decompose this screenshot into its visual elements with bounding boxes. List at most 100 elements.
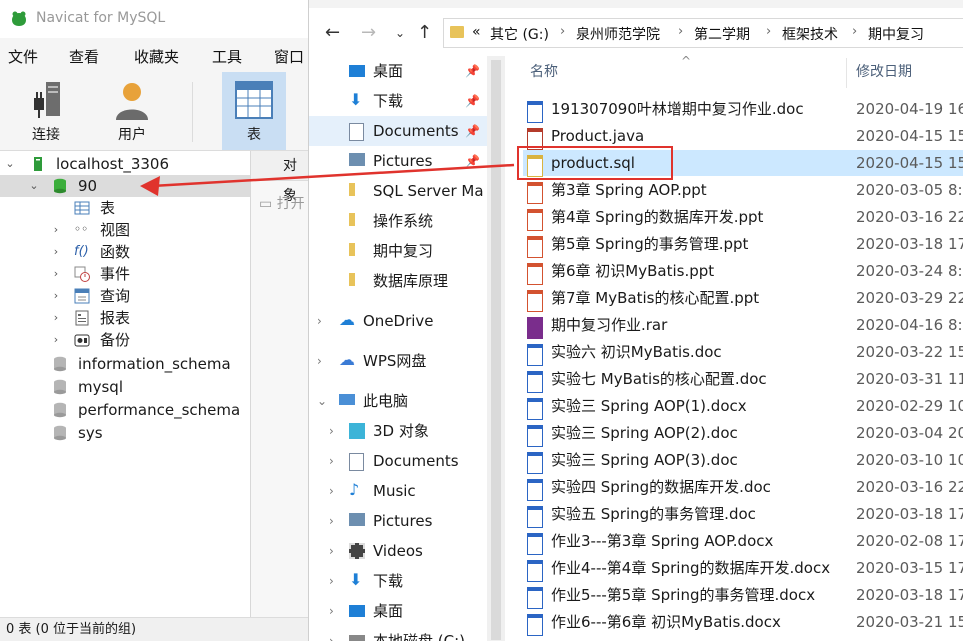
nav-pc-desktop[interactable]: › 桌面 [309,596,487,626]
expand-icon[interactable]: › [317,346,322,376]
expand-icon[interactable]: › [329,626,334,641]
tree-db-sys[interactable]: sys [0,422,250,444]
file-row[interactable]: 作业3---第3章 Spring AOP.docx 2020-02-08 17 [523,528,963,555]
expand-icon[interactable]: › [50,219,62,241]
back-arrow-icon[interactable]: ← [325,22,340,43]
menu-window[interactable]: 窗口 [274,46,304,67]
breadcrumb-separator-icon[interactable]: › [678,24,683,39]
file-row[interactable]: 作业4---第4章 Spring的数据库开发.docx 2020-03-15 17 [523,555,963,582]
file-row[interactable]: 第6章 初识MyBatis.ppt 2020-03-24 8:1 [523,258,963,285]
nav-pc-pictures[interactable]: › Pictures [309,506,487,536]
expand-icon[interactable]: › [329,446,334,476]
expand-icon[interactable]: › [317,306,322,336]
breadcrumb-school[interactable]: 泉州师范学院 [576,24,660,44]
expand-icon[interactable]: › [329,566,334,596]
menu-favorites[interactable]: 收藏夹 [134,46,179,67]
forward-arrow-icon[interactable]: → [361,22,376,43]
collapse-icon[interactable]: ⌄ [28,175,40,197]
pin-icon[interactable]: 📌 [465,56,480,86]
expand-icon[interactable]: › [329,416,334,446]
tree-queries[interactable]: › 查询 [0,285,250,307]
file-row[interactable]: 作业5---第5章 Spring的事务管理.docx 2020-03-18 17 [523,582,963,609]
file-row[interactable]: 实验三 Spring AOP(2).doc 2020-03-04 20 [523,420,963,447]
tree-database-90[interactable]: ⌄ 90 [0,175,250,197]
nav-folder-db[interactable]: 数据库原理 [309,266,487,296]
column-header-name[interactable]: 名称 [530,54,558,90]
connect-button[interactable]: 连接 [14,72,78,150]
tab-objects[interactable]: 对象 [251,151,308,204]
nav-pictures[interactable]: Pictures 📌 [309,146,487,176]
menu-file[interactable]: 文件 [8,46,38,67]
menu-view[interactable]: 查看 [69,46,99,67]
expand-icon[interactable]: › [50,307,62,329]
recent-dropdown-icon[interactable]: ⌄ [395,26,405,40]
address-bar[interactable]: « 其它 (G:) › 泉州师范学院 › 第二学期 › 框架技术 › 期中复习 [443,18,963,48]
breadcrumb-drive[interactable]: 其它 (G:) [490,24,549,44]
expand-icon[interactable]: › [50,329,62,351]
tree-tables[interactable]: 表 [0,197,250,219]
nav-scrollbar[interactable] [487,56,505,641]
breadcrumb-separator-icon[interactable]: › [852,24,857,39]
nav-folder-midterm[interactable]: 期中复习 [309,236,487,266]
table-button[interactable]: 表 [222,72,286,150]
nav-videos[interactable]: › Videos [309,536,487,566]
file-row[interactable]: 实验七 MyBatis的核心配置.doc 2020-03-31 11 [523,366,963,393]
nav-pc-downloads[interactable]: › ⬇ 下载 [309,566,487,596]
expand-icon[interactable]: › [329,536,334,566]
pin-icon[interactable]: 📌 [465,116,480,146]
file-row[interactable]: 实验三 Spring AOP(3).doc 2020-03-10 10 [523,447,963,474]
file-row[interactable]: 实验四 Spring的数据库开发.doc 2020-03-16 22 [523,474,963,501]
file-row[interactable]: 第3章 Spring AOP.ppt 2020-03-05 8:4 [523,177,963,204]
collapse-icon[interactable]: ⌄ [317,386,327,416]
file-row[interactable]: 实验五 Spring的事务管理.doc 2020-03-18 17 [523,501,963,528]
file-row[interactable]: 第5章 Spring的事务管理.ppt 2020-03-18 17 [523,231,963,258]
file-row[interactable]: 作业6---第6章 初识MyBatis.docx 2020-03-21 15 [523,609,963,636]
file-row[interactable]: 期中复习作业.rar 2020-04-16 8:5 [523,312,963,339]
nav-desktop[interactable]: 桌面 📌 [309,56,487,86]
tree-connection[interactable]: ⌄ localhost_3306 [0,153,250,175]
nav-downloads[interactable]: ⬇ 下载 📌 [309,86,487,116]
file-row[interactable]: 第7章 MyBatis的核心配置.ppt 2020-03-29 22 [523,285,963,312]
up-arrow-icon[interactable]: ↑ [417,22,432,43]
tree-events[interactable]: › 事件 [0,263,250,285]
expand-icon[interactable]: › [329,596,334,626]
open-button[interactable]: ▭ 打开 [259,193,305,213]
pin-icon[interactable]: 📌 [465,86,480,116]
menu-tools[interactable]: 工具 [212,46,242,67]
tree-db-information-schema[interactable]: information_schema [0,353,250,375]
breadcrumb-overflow[interactable]: « [472,24,481,40]
nav-3d-objects[interactable]: › 3D 对象 [309,416,487,446]
tree-db-performance-schema[interactable]: performance_schema [0,399,250,421]
column-divider[interactable] [846,58,847,88]
tree-reports[interactable]: › 报表 [0,307,250,329]
file-row[interactable]: 实验三 Spring AOP(1).docx 2020-02-29 10 [523,393,963,420]
tree-functions[interactable]: › f() 函数 [0,241,250,263]
nav-folder-sqlserver[interactable]: SQL Server Ma [309,176,487,206]
expand-icon[interactable]: › [329,476,334,506]
nav-documents[interactable]: Documents 📌 [309,116,487,146]
expand-icon[interactable]: › [50,241,62,263]
nav-pc-documents[interactable]: › Documents [309,446,487,476]
column-header-modified[interactable]: 修改日期 [856,54,912,90]
nav-folder-os[interactable]: 操作系统 [309,206,487,236]
breadcrumb-current[interactable]: 期中复习 [868,24,924,44]
tree-backups[interactable]: › 备份 [0,329,250,351]
file-row[interactable]: 第4章 Spring的数据库开发.ppt 2020-03-16 22 [523,204,963,231]
nav-local-disk[interactable]: › 本地磁盘 (C:) [309,626,487,641]
expand-icon[interactable]: › [50,285,62,307]
user-button[interactable]: 用户 [100,72,164,150]
nav-wps[interactable]: › ☁ WPS网盘 [309,346,487,376]
collapse-icon[interactable]: ⌄ [4,153,16,175]
nav-thispc[interactable]: ⌄ 此电脑 [309,386,487,416]
nav-onedrive[interactable]: › ☁ OneDrive [309,306,487,336]
tree-views[interactable]: › ◦◦ 视图 [0,219,250,241]
expand-icon[interactable]: › [50,263,62,285]
tree-db-mysql[interactable]: mysql [0,376,250,398]
pin-icon[interactable]: 📌 [465,146,480,176]
file-row[interactable]: 191307090叶林增期中复习作业.doc 2020-04-19 16 [523,96,963,123]
breadcrumb-separator-icon[interactable]: › [766,24,771,39]
breadcrumb-course[interactable]: 框架技术 [782,24,838,44]
breadcrumb-separator-icon[interactable]: › [560,24,565,39]
scrollbar-thumb[interactable] [491,60,501,640]
breadcrumb-semester[interactable]: 第二学期 [694,24,750,44]
